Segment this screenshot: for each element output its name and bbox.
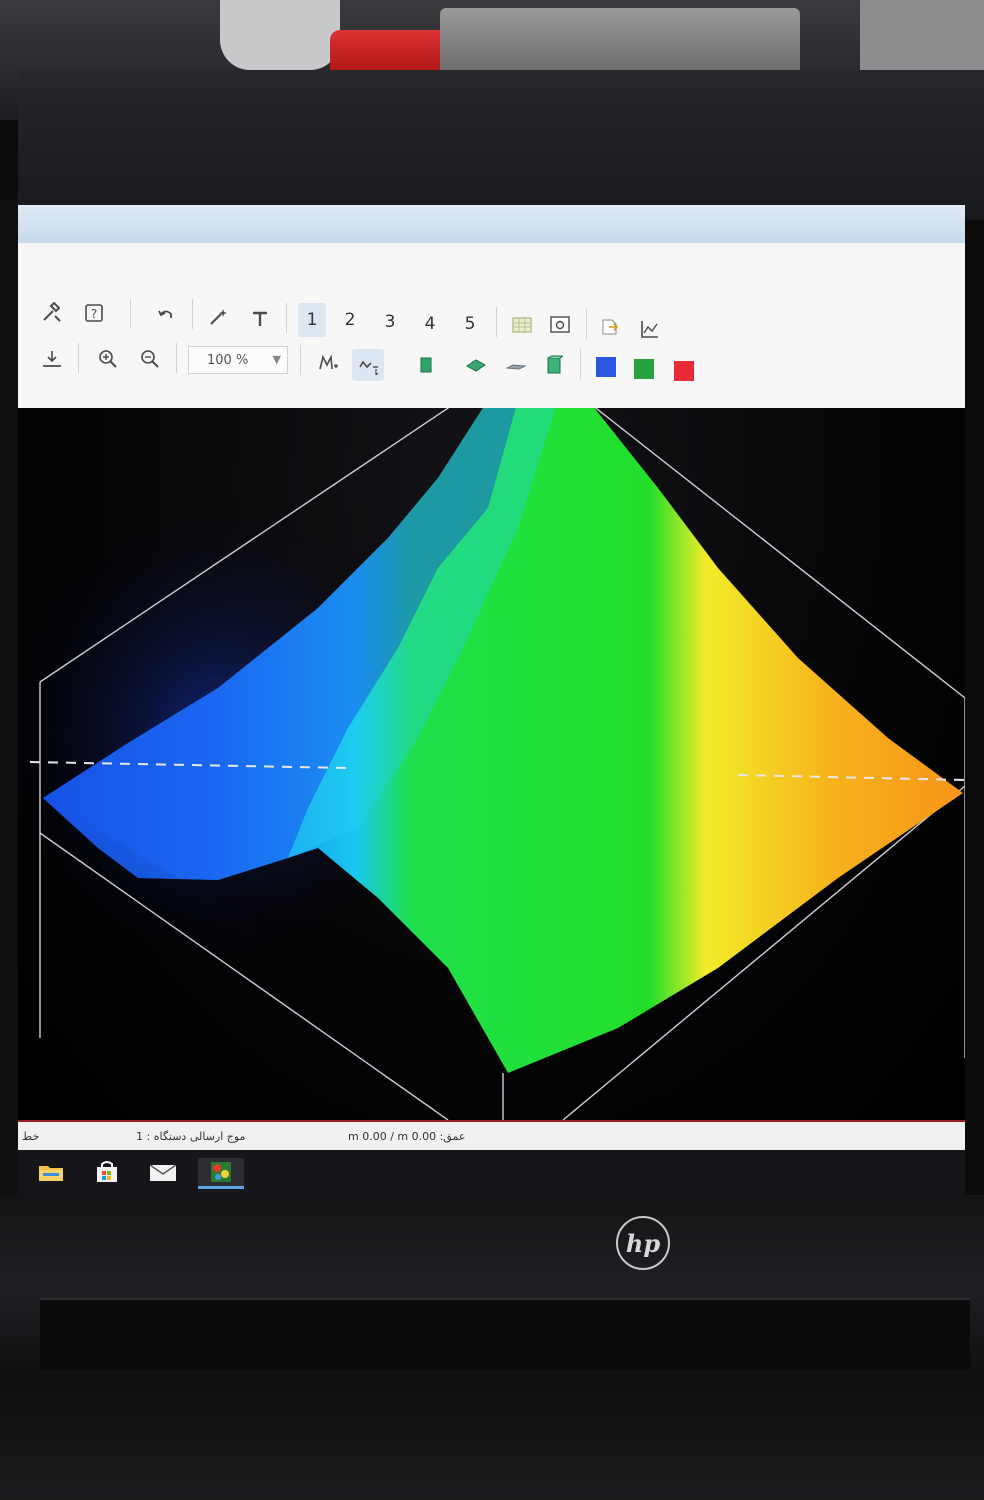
- separator: [192, 299, 193, 329]
- page-4-button[interactable]: 4: [416, 307, 444, 341]
- surface-view-icon[interactable]: [460, 349, 492, 381]
- store-icon[interactable]: [92, 1158, 122, 1186]
- separator: [130, 299, 131, 329]
- undo-icon[interactable]: [150, 299, 182, 331]
- status-device-label: موج ارسالی دستگاه : 1: [136, 1130, 246, 1143]
- blue-color-swatch[interactable]: [596, 357, 616, 377]
- zoom-in-icon[interactable]: [92, 343, 124, 375]
- toolbar: ? 1 2 3 4 5 100 % ▼: [18, 243, 965, 411]
- laptop-bezel-left: [0, 200, 18, 1200]
- mail-icon[interactable]: [148, 1158, 178, 1186]
- 3d-viewport[interactable]: [18, 397, 965, 1121]
- screen-capture-icon[interactable]: [544, 309, 576, 341]
- page-2-button[interactable]: 2: [336, 303, 364, 337]
- window-titlebar: [18, 205, 965, 243]
- separator: [496, 307, 497, 337]
- zoom-level-value: 100 %: [207, 352, 249, 368]
- status-bar: خط موج ارسالی دستگاه : 1 عمق: m 0.00 / m…: [18, 1120, 965, 1152]
- help-icon[interactable]: ?: [78, 297, 110, 329]
- toolbar-row-2: 100 % ▼: [18, 343, 965, 389]
- toolbar-row-1: ? 1 2 3 4 5: [18, 295, 965, 341]
- page-5-button[interactable]: 5: [456, 307, 484, 341]
- laptop-screen: ? 1 2 3 4 5 100 % ▼ خط موج ارسالی دستگاه…: [18, 205, 965, 1195]
- 3d-surface-render: [18, 397, 965, 1121]
- grid-view-icon[interactable]: [506, 309, 538, 341]
- status-depth-label: عمق: m 0.00 / m 0.00: [348, 1130, 466, 1143]
- green-color-swatch[interactable]: [634, 359, 654, 379]
- zoom-out-icon[interactable]: [134, 343, 166, 375]
- background-cloth: [220, 0, 340, 70]
- separator: [176, 343, 177, 373]
- chevron-down-icon: ▼: [272, 353, 281, 366]
- laptop-hinge: [40, 1298, 970, 1370]
- separator: [300, 345, 301, 375]
- status-line-label: خط: [22, 1130, 40, 1143]
- chart-icon[interactable]: [634, 313, 666, 345]
- text-tool-icon[interactable]: [244, 303, 276, 335]
- export-icon[interactable]: [594, 311, 626, 343]
- marker-remove-icon[interactable]: [352, 349, 384, 381]
- svg-text:?: ?: [91, 307, 97, 321]
- page-1-button[interactable]: 1: [298, 303, 326, 337]
- geoscan-app-icon[interactable]: [198, 1158, 244, 1189]
- separator: [586, 309, 587, 339]
- tools-icon[interactable]: [36, 297, 68, 329]
- page-3-button[interactable]: 3: [376, 305, 404, 339]
- separator: [78, 343, 79, 373]
- hp-logo-text: hp: [625, 1228, 661, 1258]
- marker-add-icon[interactable]: [312, 347, 344, 379]
- file-explorer-icon[interactable]: [36, 1158, 66, 1186]
- layer-single-icon[interactable]: [410, 349, 442, 381]
- laptop-bezel-top: [18, 70, 984, 220]
- flat-view-icon[interactable]: [500, 351, 532, 383]
- hp-logo: hp: [616, 1216, 670, 1270]
- volume-view-icon[interactable]: [538, 349, 570, 381]
- red-color-swatch[interactable]: [674, 361, 694, 381]
- separator: [286, 303, 287, 333]
- download-icon[interactable]: [36, 343, 68, 375]
- separator: [580, 349, 581, 379]
- taskbar: [18, 1150, 965, 1195]
- magic-wand-icon[interactable]: [202, 301, 234, 333]
- zoom-level-select[interactable]: 100 % ▼: [188, 346, 288, 374]
